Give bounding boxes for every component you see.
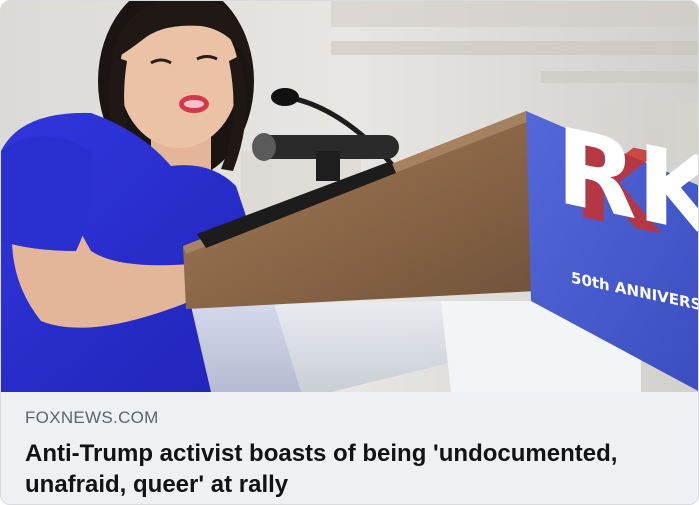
headline[interactable]: Anti-Trump activist boasts of being 'und…: [25, 438, 675, 500]
preview-meta[interactable]: FOXNEWS.COM Anti-Trump activist boasts o…: [1, 392, 698, 504]
link-preview-card[interactable]: K RK 50th ANNIVERSARY FOXNEWS.COM Anti-T…: [0, 0, 699, 505]
preview-image[interactable]: K RK 50th ANNIVERSARY: [1, 1, 698, 392]
source-domain: FOXNEWS.COM: [25, 408, 159, 427]
